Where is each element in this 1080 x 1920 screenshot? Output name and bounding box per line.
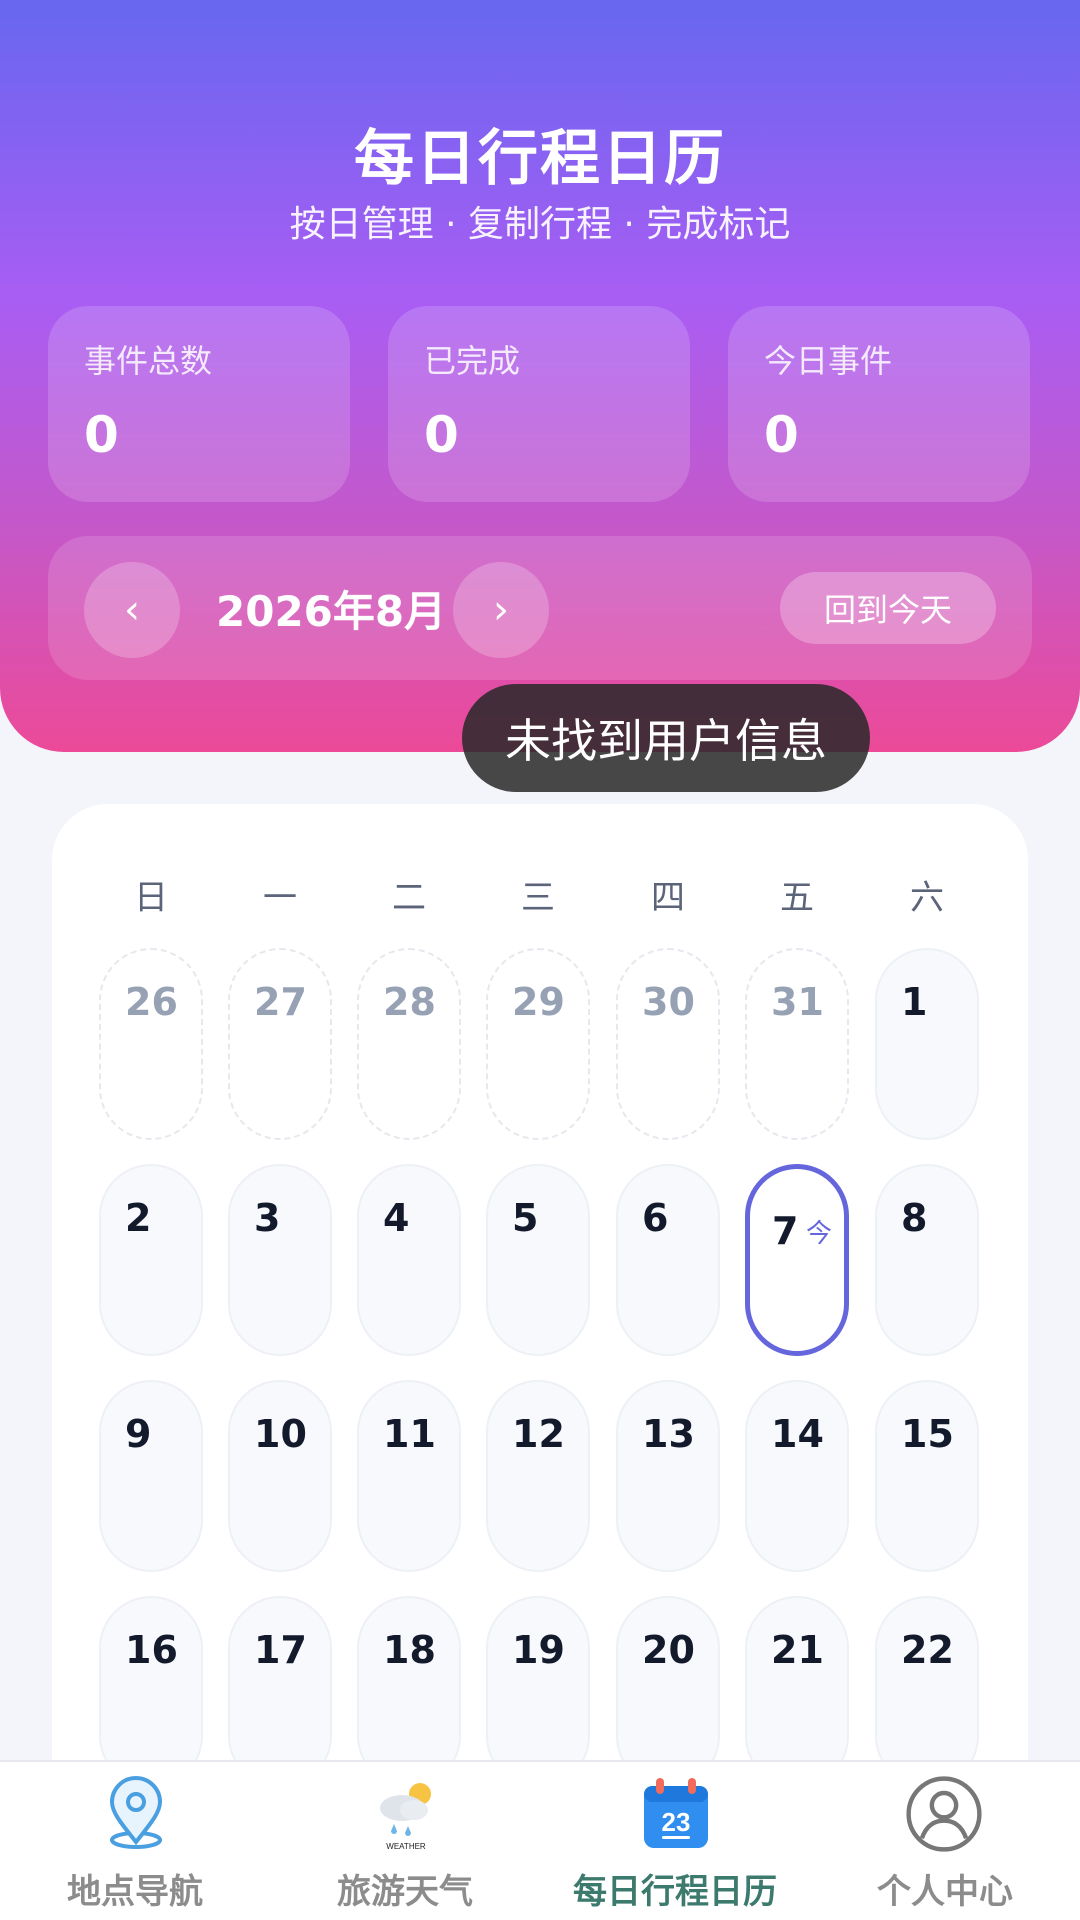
day-cell[interactable]: 13 bbox=[616, 1380, 720, 1572]
day-cell[interactable]: 6 bbox=[616, 1164, 720, 1356]
day-cell-today[interactable]: 7今 bbox=[745, 1164, 849, 1356]
day-number: 8 bbox=[901, 1196, 928, 1240]
day-number: 18 bbox=[383, 1628, 436, 1672]
weekday-label: 日 bbox=[134, 878, 168, 918]
day-number: 13 bbox=[642, 1412, 695, 1456]
tab-daily-calendar[interactable]: 23 每日行程日历 bbox=[540, 1762, 810, 1920]
day-number: 19 bbox=[512, 1628, 565, 1672]
day-number: 16 bbox=[125, 1628, 178, 1672]
today-tag: 今 bbox=[806, 1219, 833, 1249]
weather-icon-text: WEATHER bbox=[386, 1842, 426, 1851]
day-cell[interactable]: 28 bbox=[357, 948, 461, 1140]
weekday-label: 五 bbox=[780, 878, 814, 918]
day-cell[interactable]: 5 bbox=[486, 1164, 590, 1356]
month-label: 2026年8月 bbox=[216, 587, 447, 636]
prev-month-button[interactable]: ‹ bbox=[84, 562, 180, 658]
map-pin-icon bbox=[109, 1776, 163, 1849]
user-icon bbox=[906, 1776, 982, 1852]
tab-label: 旅游天气 bbox=[337, 1872, 473, 1912]
chevron-left-icon: ‹ bbox=[124, 587, 140, 633]
day-cell[interactable]: 2 bbox=[99, 1164, 203, 1356]
day-number: 6 bbox=[642, 1196, 669, 1240]
calendar-card: 日一二三四五六 26 27 28 29 30 31 1 2 3 4 5 6 7 今 8 9 10 11 12 13 14… bbox=[52, 804, 1028, 1920]
day-cell[interactable]: 30 bbox=[616, 948, 720, 1140]
day-cell[interactable]: 12 bbox=[486, 1380, 590, 1572]
page-subtitle: 按日管理 · 复制行程 · 完成标记 bbox=[289, 204, 791, 245]
month-navigator: ‹ 2026年8月 › 回到今天 bbox=[48, 536, 1032, 680]
day-cell[interactable]: 10 bbox=[228, 1380, 332, 1572]
weekday-label: 四 bbox=[651, 878, 685, 918]
day-cell[interactable]: 1 bbox=[875, 948, 979, 1140]
day-cell[interactable]: 14 bbox=[745, 1380, 849, 1572]
day-cell[interactable]: 4 bbox=[357, 1164, 461, 1356]
day-number: 3 bbox=[254, 1196, 281, 1240]
stat-card-completed: 已完成 0 bbox=[388, 306, 690, 502]
stat-label: 事件总数 bbox=[84, 342, 213, 380]
day-cell[interactable]: 27 bbox=[228, 948, 332, 1140]
tab-label: 地点导航 bbox=[67, 1872, 203, 1912]
weekday-label: 二 bbox=[392, 878, 426, 918]
day-number: 7 bbox=[772, 1209, 799, 1253]
calendar-icon: 23 bbox=[644, 1778, 708, 1848]
day-number: 28 bbox=[383, 980, 436, 1024]
day-cell[interactable]: 26 bbox=[99, 948, 203, 1140]
weekday-label: 六 bbox=[910, 878, 944, 918]
day-cell[interactable]: 9 bbox=[99, 1380, 203, 1572]
day-number: 27 bbox=[254, 980, 307, 1024]
day-number: 1 bbox=[901, 980, 928, 1024]
day-cell[interactable]: 11 bbox=[357, 1380, 461, 1572]
bottom-tab-bar: 地点导航 WEATHER 旅游天气 23 每日行程日历 个人中心 bbox=[0, 1760, 1080, 1920]
day-cell[interactable]: 3 bbox=[228, 1164, 332, 1356]
day-number: 9 bbox=[125, 1412, 152, 1456]
day-cell[interactable]: 31 bbox=[745, 948, 849, 1140]
stat-label: 已完成 bbox=[424, 342, 521, 380]
page-title: 每日行程日历 bbox=[354, 124, 726, 194]
chevron-right-icon: › bbox=[493, 587, 509, 633]
tab-label: 个人中心 bbox=[877, 1872, 1013, 1912]
day-number: 29 bbox=[512, 980, 565, 1024]
weather-icon: WEATHER bbox=[380, 1783, 431, 1851]
day-number: 10 bbox=[254, 1412, 307, 1456]
next-month-button[interactable]: › bbox=[453, 562, 549, 658]
day-number: 26 bbox=[125, 980, 178, 1024]
tab-profile[interactable]: 个人中心 bbox=[810, 1762, 1080, 1920]
day-cell[interactable]: 15 bbox=[875, 1380, 979, 1572]
stat-card-today: 今日事件 0 bbox=[728, 306, 1030, 502]
day-number: 22 bbox=[901, 1628, 954, 1672]
day-number: 11 bbox=[383, 1412, 436, 1456]
weekday-label: 一 bbox=[263, 878, 297, 918]
toast-message: 未找到用户信息 bbox=[462, 684, 870, 792]
tab-weather[interactable]: WEATHER 旅游天气 bbox=[270, 1762, 540, 1920]
day-number: 20 bbox=[642, 1628, 695, 1672]
day-cell[interactable]: 29 bbox=[486, 948, 590, 1140]
tab-label: 每日行程日历 bbox=[573, 1872, 777, 1912]
day-number: 14 bbox=[771, 1412, 824, 1456]
stat-value: 0 bbox=[764, 406, 799, 464]
day-number: 15 bbox=[901, 1412, 954, 1456]
back-to-today-button[interactable]: 回到今天 bbox=[780, 572, 996, 644]
day-number: 5 bbox=[512, 1196, 539, 1240]
day-number: 31 bbox=[771, 980, 824, 1024]
stat-value: 0 bbox=[424, 406, 459, 464]
day-cell[interactable]: 8 bbox=[875, 1164, 979, 1356]
weekday-label: 三 bbox=[521, 878, 555, 918]
stat-card-total: 事件总数 0 bbox=[48, 306, 350, 502]
day-number: 12 bbox=[512, 1412, 565, 1456]
screen: 每日行程日历 按日管理 · 复制行程 · 完成标记 事件总数 0 已完成 0 今… bbox=[0, 0, 1080, 1920]
day-number: 4 bbox=[383, 1196, 410, 1240]
calendar-icon-text: 23 bbox=[662, 1807, 691, 1837]
stat-label: 今日事件 bbox=[764, 342, 893, 380]
day-number: 17 bbox=[254, 1628, 307, 1672]
header: 每日行程日历 按日管理 · 复制行程 · 完成标记 事件总数 0 已完成 0 今… bbox=[0, 0, 1080, 752]
stat-value: 0 bbox=[84, 406, 119, 464]
day-number: 2 bbox=[125, 1196, 152, 1240]
day-number: 30 bbox=[642, 980, 695, 1024]
day-number: 21 bbox=[771, 1628, 824, 1672]
tab-location-nav[interactable]: 地点导航 bbox=[0, 1762, 270, 1920]
